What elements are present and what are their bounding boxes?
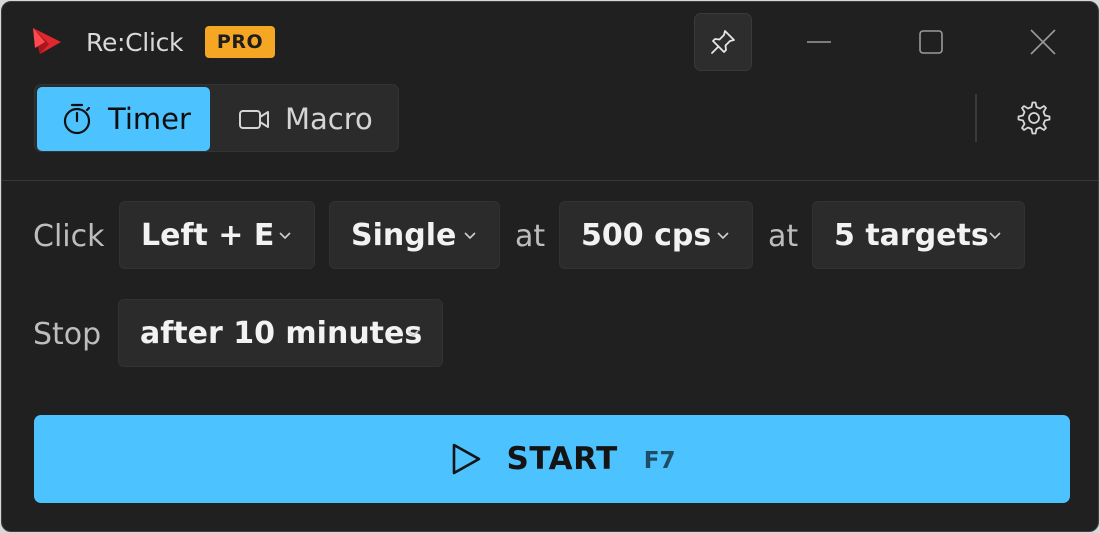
- start-button[interactable]: START F7: [34, 415, 1070, 503]
- click-rate-value: 500 cps: [581, 217, 712, 253]
- start-hotkey: F7: [643, 448, 676, 474]
- stopwatch-icon: [63, 103, 91, 135]
- chevron-down-icon: [279, 232, 291, 240]
- tab-timer-label: Timer: [108, 102, 191, 136]
- tab-timer[interactable]: Timer: [37, 87, 210, 151]
- play-icon: [452, 443, 480, 475]
- chevron-down-icon: [717, 232, 729, 240]
- pro-badge: PRO: [205, 26, 275, 58]
- app-logo-icon: [33, 28, 61, 54]
- mode-toggle: Timer Macro: [34, 84, 399, 152]
- click-label: Click: [33, 219, 105, 254]
- stop-condition-value: after 10 minutes: [140, 315, 423, 351]
- close-button[interactable]: [1008, 16, 1078, 68]
- targets-dropdown[interactable]: 5 targets: [812, 201, 1025, 269]
- close-icon: [1030, 29, 1056, 55]
- at-label: at: [515, 219, 546, 254]
- stop-condition-dropdown[interactable]: after 10 minutes: [118, 299, 443, 367]
- video-camera-icon: [239, 110, 269, 129]
- click-type-dropdown[interactable]: Single: [329, 201, 500, 269]
- targets-value: 5 targets: [834, 217, 989, 253]
- mouse-button-dropdown[interactable]: Left + E: [119, 201, 315, 269]
- gear-icon: [1017, 101, 1051, 135]
- pin-icon: [711, 30, 735, 54]
- maximize-icon: [919, 30, 943, 54]
- stop-label: Stop: [33, 317, 102, 352]
- click-type-value: Single: [351, 217, 457, 253]
- start-content: START F7: [449, 441, 676, 477]
- maximize-button[interactable]: [896, 16, 966, 68]
- start-label: START: [506, 441, 618, 477]
- minimize-button[interactable]: [784, 16, 854, 68]
- section-divider: [2, 180, 1098, 181]
- chevron-down-icon: [407, 330, 419, 338]
- settings-button[interactable]: [1010, 94, 1058, 142]
- pin-button[interactable]: [694, 13, 752, 71]
- mouse-button-value: Left + E: [141, 217, 275, 253]
- app-title: Re:Click: [86, 28, 184, 57]
- at-label: at: [768, 219, 799, 254]
- chevron-down-icon: [989, 232, 1001, 240]
- toolbar-divider: [975, 94, 977, 142]
- minimize-icon: [807, 41, 831, 43]
- click-rate-dropdown[interactable]: 500 cps: [559, 201, 753, 269]
- app-window: Re:Click PRO Timer Macro Click Left + E …: [1, 1, 1099, 532]
- tab-macro[interactable]: Macro: [215, 87, 395, 151]
- tab-macro-label: Macro: [285, 102, 373, 136]
- chevron-down-icon: [464, 232, 476, 240]
